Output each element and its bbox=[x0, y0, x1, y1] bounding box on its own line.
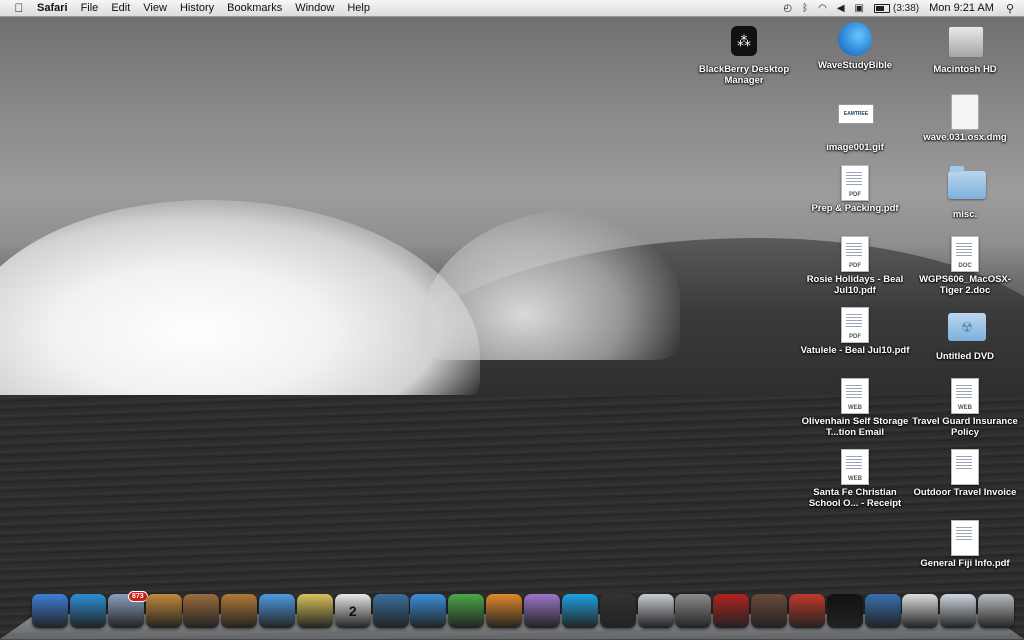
image-file-icon: EAMTREE bbox=[838, 104, 874, 124]
wave-foam bbox=[0, 200, 480, 420]
chair-app-icon[interactable] bbox=[788, 594, 825, 628]
menu-history[interactable]: History bbox=[180, 2, 214, 14]
desktop-icon-untitled-dvd[interactable]: ☢ Untitled DVD bbox=[910, 307, 1020, 362]
disk-image-icon bbox=[951, 94, 979, 130]
input-menu-icon[interactable]: ▣ bbox=[855, 3, 864, 14]
volume-icon[interactable]: ◀︎ bbox=[837, 3, 845, 14]
menu-help[interactable]: Help bbox=[347, 2, 370, 14]
ical-day: 2 bbox=[348, 603, 357, 619]
desktop-icon-macintosh-hd[interactable]: Macintosh HD bbox=[910, 22, 1020, 75]
document-icon bbox=[951, 520, 979, 556]
menu-bookmarks[interactable]: Bookmarks bbox=[227, 2, 282, 14]
pdf-icon: PDF bbox=[841, 165, 869, 201]
dvd-folder-icon: ☢ bbox=[948, 313, 986, 341]
desktop-icon-rosie-holidays[interactable]: PDF Rosie Holidays - Beal Jul10.pdf bbox=[800, 236, 910, 296]
dock: 873 2 bbox=[0, 591, 1024, 640]
imovie-icon[interactable] bbox=[296, 594, 333, 628]
blackberry-dock-icon[interactable] bbox=[826, 594, 863, 628]
entourage-icon[interactable] bbox=[523, 594, 560, 628]
menu-view[interactable]: View bbox=[143, 2, 167, 14]
battery-time[interactable]: (3:38) bbox=[893, 3, 919, 14]
desktop-icon-wgps606-doc[interactable]: DOC WGPS606_MacOSX-Tiger 2.doc bbox=[910, 236, 1020, 296]
desktop-icon-fiji-info[interactable]: General Fiji Info.pdf bbox=[910, 520, 1020, 569]
menu-file[interactable]: File bbox=[81, 2, 99, 14]
ical-icon[interactable]: 2 bbox=[334, 594, 371, 628]
time-machine-icon[interactable] bbox=[372, 594, 409, 628]
wave-app-icon bbox=[838, 22, 872, 56]
mail-badge: 873 bbox=[128, 591, 148, 602]
wifi-icon[interactable]: ◠ bbox=[818, 3, 827, 14]
downloads-stack-icon[interactable] bbox=[940, 594, 977, 628]
desktop-icon-blackberry-manager[interactable]: ⁂ BlackBerry Desktop Manager bbox=[689, 22, 799, 86]
battery-icon[interactable] bbox=[873, 3, 890, 13]
safari-icon[interactable] bbox=[69, 594, 106, 628]
wave-spray bbox=[420, 210, 680, 360]
webarchive-icon: WEB bbox=[951, 378, 979, 414]
desktop-icon-misc-folder[interactable]: misc. bbox=[910, 165, 1020, 220]
dock-items: 873 2 bbox=[32, 591, 1016, 628]
doc-icon: DOC bbox=[951, 236, 979, 272]
photo-slides-icon[interactable] bbox=[751, 594, 788, 628]
garageband-icon[interactable] bbox=[221, 594, 258, 628]
desktop-icon-outdoor-travel[interactable]: Outdoor Travel Invoice bbox=[910, 449, 1020, 498]
front-row-icon[interactable] bbox=[713, 594, 750, 628]
mail-icon[interactable]: 873 bbox=[107, 591, 148, 628]
preview-icon[interactable] bbox=[637, 594, 674, 628]
trash-icon[interactable] bbox=[978, 594, 1015, 628]
time-machine-icon[interactable]: ◴ bbox=[783, 3, 792, 14]
powerpoint-icon[interactable] bbox=[486, 594, 523, 628]
desktop-icon-image001[interactable]: EAMTREE image001.gif bbox=[800, 94, 910, 153]
menu-bar:  Safari File Edit View History Bookmark… bbox=[0, 0, 1024, 17]
webarchive-icon: WEB bbox=[841, 378, 869, 414]
itunes-icon[interactable] bbox=[259, 594, 296, 628]
menu-edit[interactable]: Edit bbox=[111, 2, 130, 14]
skype-icon[interactable] bbox=[561, 594, 598, 628]
spotlight-icon[interactable]: ⚲ bbox=[1006, 2, 1014, 15]
desktop-icon-santa-fe-receipt[interactable]: WEB Santa Fe Christian School O... - Rec… bbox=[800, 449, 910, 509]
desktop-icon-travel-guard[interactable]: WEB Travel Guard Insurance Policy bbox=[910, 378, 1020, 438]
webarchive-icon: WEB bbox=[841, 449, 869, 485]
system-preferences-icon[interactable] bbox=[675, 594, 712, 628]
pdf-icon: PDF bbox=[841, 236, 869, 272]
menu-window[interactable]: Window bbox=[295, 2, 334, 14]
apple-menu-icon[interactable]:  bbox=[12, 1, 26, 15]
textedit-icon[interactable] bbox=[902, 594, 939, 628]
dashboard-icon[interactable] bbox=[599, 594, 636, 628]
bluetooth-icon[interactable]: ᛒ bbox=[802, 3, 808, 14]
document-icon bbox=[951, 449, 979, 485]
menu-clock[interactable]: Mon 9:21 AM bbox=[929, 2, 994, 14]
dvd-player-icon[interactable] bbox=[864, 594, 901, 628]
hard-drive-icon bbox=[948, 26, 984, 58]
finder-icon[interactable] bbox=[32, 594, 68, 628]
excel-icon[interactable] bbox=[448, 594, 485, 628]
desktop-icon-vatulele[interactable]: PDF Vatulele - Beal Jul10.pdf bbox=[800, 307, 910, 356]
desktop-icon-prep-packing[interactable]: PDF Prep & Packing.pdf bbox=[800, 165, 910, 214]
iphoto-icon[interactable] bbox=[145, 594, 182, 628]
desktop-icon-wavestudybible[interactable]: WaveStudyBible bbox=[800, 22, 910, 71]
menu-app-name[interactable]: Safari bbox=[37, 2, 68, 14]
word-icon[interactable] bbox=[410, 594, 447, 628]
desktop-icon-wave-dmg[interactable]: wave.031.osx.dmg bbox=[910, 94, 1020, 143]
desktop-icon-olivenhain[interactable]: WEB Olivenhain Self Storage T...tion Ema… bbox=[800, 378, 910, 438]
pdf-icon: PDF bbox=[841, 307, 869, 343]
photo-booth-icon[interactable] bbox=[183, 594, 220, 628]
folder-icon bbox=[948, 166, 986, 199]
blackberry-icon: ⁂ bbox=[731, 26, 757, 56]
